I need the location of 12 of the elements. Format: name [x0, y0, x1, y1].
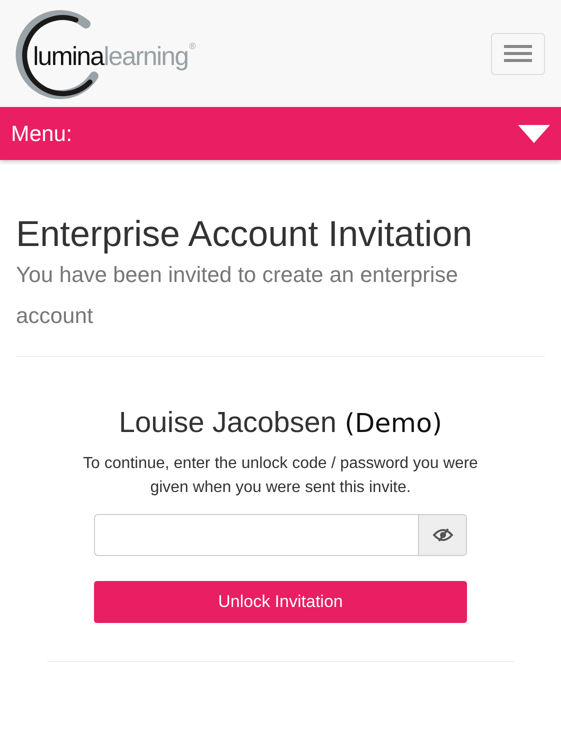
page-title: Enterprise Account Invitation — [16, 212, 474, 256]
page-subtitle: You have been invited to create an enterprise account — [16, 261, 459, 330]
menu-bar[interactable]: Menu: — [0, 107, 561, 160]
invitee-name: Louise Jacobsen (Demo) — [118, 406, 442, 441]
menu-label: Menu: — [11, 120, 72, 148]
toggle-visibility-button[interactable] — [418, 515, 466, 555]
instructions-text: To continue, enter the unlock code / password you were given when you were sent this invite. — [82, 454, 479, 498]
password-field[interactable] — [94, 514, 467, 556]
menu-button[interactable] — [491, 32, 545, 74]
unlock-invitation-button[interactable]: Unlock Invitation — [94, 581, 467, 623]
logo-text: luminalearning® — [33, 40, 195, 72]
dropdown-triangle-icon — [518, 124, 550, 142]
